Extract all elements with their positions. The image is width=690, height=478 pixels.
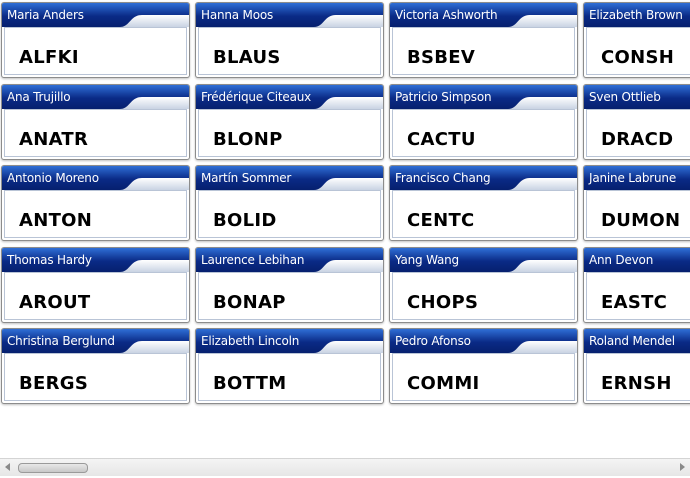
customer-id: BLONP bbox=[213, 129, 283, 150]
customer-contact-name: Thomas Hardy bbox=[7, 253, 92, 267]
card-header: Martín Sommer bbox=[196, 166, 383, 190]
card-header: Victoria Ashworth bbox=[390, 3, 577, 27]
card-header: Laurence Lebihan bbox=[196, 248, 383, 272]
customer-contact-name: Ann Devon bbox=[589, 253, 654, 267]
customer-contact-name: Christina Berglund bbox=[7, 334, 115, 348]
customer-contact-name: Ana Trujillo bbox=[7, 90, 71, 104]
customer-card[interactable]: Maria Anders ALFKI bbox=[1, 2, 190, 78]
card-header: Elizabeth Lincoln bbox=[196, 329, 383, 353]
customer-contact-name: Pedro Afonso bbox=[395, 334, 471, 348]
customer-id: AROUT bbox=[19, 292, 91, 313]
customer-contact-name: Roland Mendel bbox=[589, 334, 675, 348]
card-header: Maria Anders bbox=[2, 3, 189, 27]
scroll-left-icon[interactable] bbox=[5, 463, 10, 471]
customer-id: COMMI bbox=[407, 373, 480, 394]
scrollbar-thumb[interactable] bbox=[18, 463, 88, 473]
customer-contact-name: Francisco Chang bbox=[395, 171, 491, 185]
customer-id: BLAUS bbox=[213, 47, 281, 68]
customer-card[interactable]: Thomas Hardy AROUT bbox=[1, 247, 190, 323]
customer-id: CENTC bbox=[407, 210, 475, 231]
customer-id: CACTU bbox=[407, 129, 476, 150]
card-header: Hanna Moos bbox=[196, 3, 383, 27]
customer-contact-name: Victoria Ashworth bbox=[395, 8, 498, 22]
customer-id: CHOPS bbox=[407, 292, 479, 313]
customer-id: ALFKI bbox=[19, 47, 79, 68]
customer-card[interactable]: Yang Wang CHOPS bbox=[389, 247, 578, 323]
customer-contact-name: Janine Labrune bbox=[589, 171, 677, 185]
customer-id: ANTON bbox=[19, 210, 93, 231]
customer-id: CONSH bbox=[601, 47, 675, 68]
card-header: Sven Ottlieb bbox=[584, 85, 690, 109]
customer-id: BOTTM bbox=[213, 373, 287, 394]
customer-contact-name: Antonio Moreno bbox=[7, 171, 99, 185]
customer-card[interactable]: Christina Berglund BERGS bbox=[1, 328, 190, 404]
customer-contact-name: Maria Anders bbox=[7, 8, 84, 22]
card-header: Francisco Chang bbox=[390, 166, 577, 190]
customer-card[interactable]: Sven Ottlieb DRACD bbox=[583, 84, 690, 160]
card-header: Antonio Moreno bbox=[2, 166, 189, 190]
customer-card[interactable]: Roland Mendel ERNSH bbox=[583, 328, 690, 404]
customer-contact-name: Frédérique Citeaux bbox=[201, 90, 312, 104]
customer-card[interactable]: Laurence Lebihan BONAP bbox=[195, 247, 384, 323]
card-header: Ann Devon bbox=[584, 248, 690, 272]
customer-id: EASTC bbox=[601, 292, 668, 313]
customer-id: ERNSH bbox=[601, 373, 672, 394]
customer-card[interactable]: Janine Labrune DUMON bbox=[583, 165, 690, 241]
customer-contact-name: Martín Sommer bbox=[201, 171, 292, 185]
scroll-right-icon[interactable] bbox=[680, 463, 685, 471]
customer-card[interactable]: Martín Sommer BOLID bbox=[195, 165, 384, 241]
customer-id: BERGS bbox=[19, 373, 89, 394]
customer-id: ANATR bbox=[19, 129, 89, 150]
customer-contact-name: Patricio Simpson bbox=[395, 90, 492, 104]
customer-contact-name: Elizabeth Brown bbox=[589, 8, 683, 22]
customer-id: BSBEV bbox=[407, 47, 476, 68]
customer-card[interactable]: Elizabeth Lincoln BOTTM bbox=[195, 328, 384, 404]
customer-card[interactable]: Ann Devon EASTC bbox=[583, 247, 690, 323]
card-header: Christina Berglund bbox=[2, 329, 189, 353]
customer-card[interactable]: Frédérique Citeaux BLONP bbox=[195, 84, 384, 160]
customer-id: BONAP bbox=[213, 292, 286, 313]
customer-card[interactable]: Francisco Chang CENTC bbox=[389, 165, 578, 241]
card-header: Thomas Hardy bbox=[2, 248, 189, 272]
customer-card[interactable]: Pedro Afonso COMMI bbox=[389, 328, 578, 404]
customer-id: BOLID bbox=[213, 210, 277, 231]
card-header: Elizabeth Brown bbox=[584, 3, 690, 27]
customer-contact-name: Elizabeth Lincoln bbox=[201, 334, 300, 348]
customer-card-grid: Maria Anders ALFKI Ana Trujillo ANATR Antoni… bbox=[0, 0, 690, 410]
customer-card[interactable]: Ana Trujillo ANATR bbox=[1, 84, 190, 160]
customer-id: DRACD bbox=[601, 129, 674, 150]
customer-card[interactable]: Antonio Moreno ANTON bbox=[1, 165, 190, 241]
card-header: Patricio Simpson bbox=[390, 85, 577, 109]
card-header: Ana Trujillo bbox=[2, 85, 189, 109]
card-header: Yang Wang bbox=[390, 248, 577, 272]
card-header: Pedro Afonso bbox=[390, 329, 577, 353]
customer-contact-name: Hanna Moos bbox=[201, 8, 274, 22]
card-header: Janine Labrune bbox=[584, 166, 690, 190]
customer-contact-name: Yang Wang bbox=[395, 253, 459, 267]
customer-contact-name: Sven Ottlieb bbox=[589, 90, 661, 104]
customer-card[interactable]: Hanna Moos BLAUS bbox=[195, 2, 384, 78]
customer-id: DUMON bbox=[601, 210, 681, 231]
customer-card[interactable]: Elizabeth Brown CONSH bbox=[583, 2, 690, 78]
customer-card[interactable]: Victoria Ashworth BSBEV bbox=[389, 2, 578, 78]
card-header: Roland Mendel bbox=[584, 329, 690, 353]
horizontal-scrollbar[interactable] bbox=[0, 458, 690, 476]
customer-card[interactable]: Patricio Simpson CACTU bbox=[389, 84, 578, 160]
card-header: Frédérique Citeaux bbox=[196, 85, 383, 109]
customer-contact-name: Laurence Lebihan bbox=[201, 253, 305, 267]
